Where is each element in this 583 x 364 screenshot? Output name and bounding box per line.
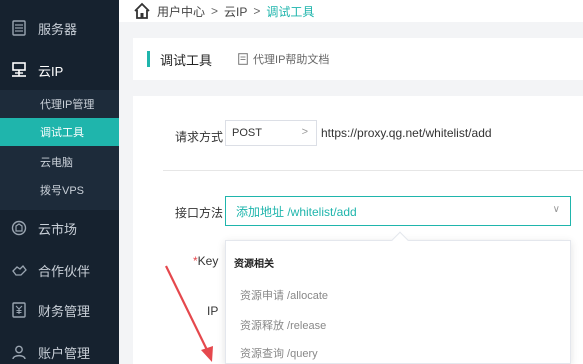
sidebar-item-partner[interactable]: 合作伙伴 <box>0 250 119 290</box>
method-value: POST <box>232 127 262 139</box>
cloud-ip-icon <box>10 61 28 79</box>
chevron-right-icon: > <box>301 126 308 138</box>
help-doc-link[interactable]: 代理IP帮助文档 <box>238 51 329 67</box>
title-accent-bar <box>147 51 150 67</box>
help-doc-label: 代理IP帮助文档 <box>253 54 330 66</box>
sidebar-subitem-proxy-ip[interactable]: 代理IP管理 <box>0 90 119 118</box>
sidebar-item-label: 账户管理 <box>38 345 91 361</box>
request-url: https://proxy.qg.net/whitelist/add <box>321 126 492 140</box>
home-icon[interactable] <box>133 2 151 20</box>
partner-icon <box>10 261 28 279</box>
sidebar-item-label: 财务管理 <box>38 303 91 319</box>
dropdown-option[interactable]: 资源申请 /allocate <box>240 287 328 303</box>
page-header: 调试工具 代理IP帮助文档 <box>133 38 583 80</box>
key-label: *Key <box>193 254 218 268</box>
dropdown-option[interactable]: 资源查询 /query <box>240 345 318 361</box>
sidebar-item-label: 云市场 <box>38 221 78 237</box>
path-label: 接口方法 <box>175 206 224 220</box>
sidebar: 服务器 云IP 代理IP管理 调试工具 云电脑 拨号VPS 云市场 合作伙伴 财… <box>0 0 119 364</box>
sidebar-item-cloud-ip[interactable]: 云IP <box>0 50 119 90</box>
sidebar-submenu: 代理IP管理 调试工具 云电脑 拨号VPS <box>0 90 119 210</box>
ip-label: IP <box>207 304 219 318</box>
method-label: 请求方式 <box>175 130 224 144</box>
dropdown-caret <box>391 231 409 249</box>
sidebar-subitem-debug-tool[interactable]: 调试工具 <box>0 118 119 146</box>
sidebar-item-server[interactable]: 服务器 <box>0 8 119 48</box>
tab-debug-tool[interactable]: 调试工具 <box>160 50 212 69</box>
document-icon <box>238 53 248 65</box>
server-icon <box>10 19 28 37</box>
breadcrumb: 用户中心 > 云IP > 调试工具 <box>119 0 583 22</box>
market-icon <box>10 219 28 237</box>
breadcrumb-section[interactable]: 云IP <box>224 3 247 20</box>
sidebar-subitem-dial-vps[interactable]: 拨号VPS <box>0 176 119 204</box>
dropdown-group-title: 资源相关 <box>234 259 274 270</box>
api-method-dropdown: 资源相关 资源申请 /allocate 资源释放 /release 资源查询 /… <box>225 231 571 364</box>
chevron-down-icon: ∨ <box>552 204 560 215</box>
api-method-select[interactable]: 添加地址 /whitelist/add ∨ <box>225 196 571 226</box>
sidebar-item-label: 服务器 <box>38 21 78 37</box>
breadcrumb-separator: > <box>253 4 261 18</box>
finance-icon <box>10 301 28 319</box>
key-label-text: Key <box>197 254 219 268</box>
method-select[interactable]: POST > <box>225 120 317 146</box>
sidebar-item-label: 云IP <box>38 63 64 79</box>
sidebar-item-market[interactable]: 云市场 <box>0 208 119 248</box>
sidebar-item-label: 合作伙伴 <box>38 263 91 279</box>
dropdown-option[interactable]: 资源释放 /release <box>240 317 326 333</box>
sidebar-item-account[interactable]: 账户管理 <box>0 332 119 364</box>
debug-form: 请求方式 POST > https://proxy.qg.net/whiteli… <box>133 96 583 364</box>
breadcrumb-current: 调试工具 <box>266 4 315 19</box>
account-icon <box>10 343 28 361</box>
breadcrumb-home[interactable]: 用户中心 <box>157 3 205 20</box>
sidebar-subitem-cloud-pc[interactable]: 云电脑 <box>0 148 119 176</box>
sidebar-item-finance[interactable]: 财务管理 <box>0 290 119 330</box>
divider <box>163 170 583 171</box>
breadcrumb-separator: > <box>211 4 219 18</box>
api-method-value: 添加地址 /whitelist/add <box>236 204 357 219</box>
